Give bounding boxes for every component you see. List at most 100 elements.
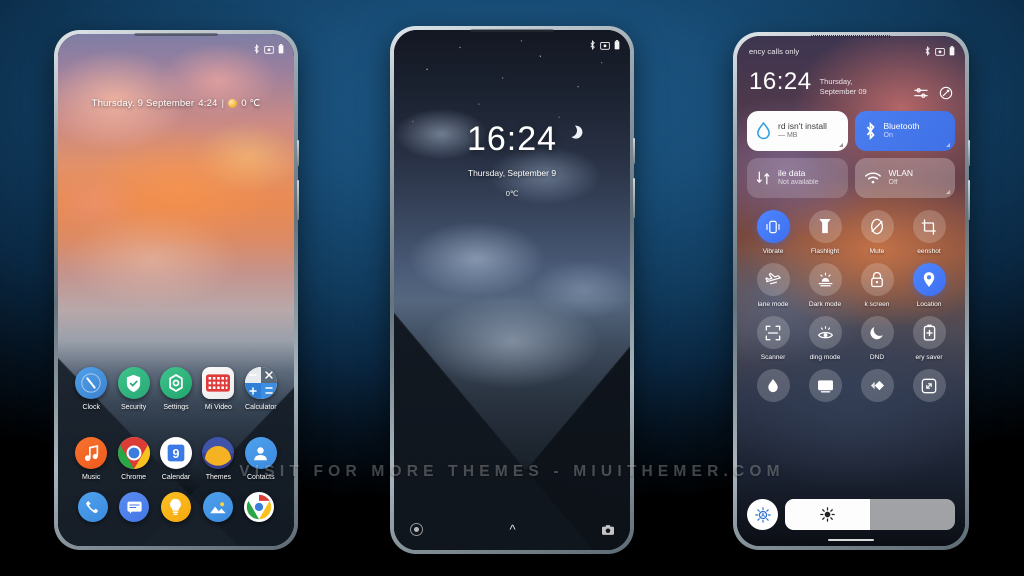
- calendar-day-number: 9: [173, 447, 180, 461]
- auto-brightness-icon[interactable]: A: [747, 499, 778, 530]
- volume-button[interactable]: [633, 138, 635, 164]
- music-note-icon: [75, 437, 108, 469]
- toggle-reading-mode[interactable]: ding mode: [799, 316, 851, 361]
- app-mi-video[interactable]: Mi Video: [197, 367, 239, 411]
- brightness-row: A: [747, 499, 955, 530]
- person-icon: [244, 437, 277, 469]
- app-calendar[interactable]: 9 Calendar: [155, 437, 197, 481]
- app-security[interactable]: Security: [112, 367, 154, 411]
- toggle-cast[interactable]: [799, 369, 851, 407]
- toggle-lock-screen[interactable]: k screen: [851, 263, 903, 308]
- tile-title: rd isn't install: [778, 121, 827, 132]
- app-label: Settings: [163, 404, 189, 411]
- brightness-slider-fill: [785, 499, 870, 530]
- app-grid-row-1: Clock Security Settings Mi Video Calcula…: [58, 367, 294, 411]
- dock-browser[interactable]: [238, 492, 280, 522]
- toggle-dnd[interactable]: DND: [851, 316, 903, 361]
- phone-home-screen: Thursday. 9 September 4:24 | 0 ℃ Clock S…: [54, 30, 299, 550]
- edit-toggles-icon[interactable]: [939, 86, 953, 100]
- app-label: Chrome: [121, 474, 147, 481]
- tile-subtitle: Not available: [778, 179, 819, 187]
- cc-date: Thursday, September 09: [819, 77, 867, 97]
- app-contacts[interactable]: Contacts: [240, 437, 282, 481]
- sun-brightness-icon: [820, 507, 835, 522]
- toggle-label: Vibrate: [762, 248, 784, 255]
- tile-mobile-data[interactable]: ile data Not available: [747, 158, 848, 198]
- toggle-airplane-mode[interactable]: lane mode: [747, 263, 799, 308]
- themes-icon: [202, 437, 235, 469]
- tile-expand-corner[interactable]: [946, 143, 950, 147]
- settings-sliders-icon[interactable]: [914, 86, 928, 100]
- widget-separator: |: [221, 98, 225, 109]
- toggle-flashlight[interactable]: Flashlight: [799, 210, 851, 255]
- big-tiles-grid: rd isn't install — MB Bluetooth On ile dat…: [747, 111, 955, 198]
- camera-icon[interactable]: [601, 524, 614, 535]
- app-clock[interactable]: Clock: [70, 367, 112, 411]
- color-invert-icon: [860, 369, 894, 402]
- dock-gallery[interactable]: [197, 492, 239, 522]
- toggle-label: Flashlight: [810, 248, 840, 255]
- app-settings[interactable]: Settings: [155, 367, 197, 411]
- unlock-chevron-icon[interactable]: ^: [509, 523, 515, 536]
- app-music[interactable]: Music: [70, 437, 112, 481]
- toggle-battery-saver[interactable]: ery saver: [903, 316, 955, 361]
- tile-expand-corner[interactable]: [946, 190, 950, 194]
- mute-icon: [860, 210, 894, 243]
- svg-text:A: A: [761, 513, 765, 519]
- tile-storage[interactable]: rd isn't install — MB: [747, 111, 848, 151]
- app-label: Calculator: [245, 404, 277, 411]
- volume-button[interactable]: [297, 140, 299, 166]
- home-indicator[interactable]: [828, 538, 874, 541]
- home-date-widget[interactable]: Thursday. 9 September 4:24 | 0 ℃: [58, 98, 294, 109]
- reading-mode-icon: [808, 316, 842, 349]
- tile-bluetooth[interactable]: Bluetooth On: [854, 111, 955, 151]
- control-center-header: 16:24 Thursday, September 09: [747, 58, 955, 100]
- toggle-dark-mode[interactable]: Dark mode: [799, 263, 851, 308]
- toggle-vibrate[interactable]: Vibrate: [747, 210, 799, 255]
- screen-rotation-icon: [912, 369, 946, 402]
- sun-icon: [228, 99, 238, 108]
- power-button[interactable]: [297, 180, 299, 220]
- status-bar-p3: ency calls only: [737, 36, 965, 60]
- lightbulb-icon: [160, 492, 191, 522]
- dock-messages[interactable]: [114, 492, 156, 522]
- video-icon: [202, 367, 235, 399]
- toggle-scanner[interactable]: Scanner: [747, 316, 799, 361]
- storage-droplet-icon: [757, 122, 770, 140]
- toggle-color-invert[interactable]: [851, 369, 903, 407]
- app-label: Music: [82, 474, 101, 481]
- app-calculator[interactable]: Calculator: [240, 367, 282, 411]
- app-label: Contacts: [246, 474, 275, 481]
- scanner-icon: [756, 316, 790, 349]
- torch-shortcut-icon[interactable]: [410, 523, 423, 536]
- tile-subtitle: — MB: [778, 132, 798, 140]
- power-button[interactable]: [968, 180, 970, 220]
- toggle-label: Mute: [869, 248, 885, 255]
- toggle-mute[interactable]: Mute: [851, 210, 903, 255]
- toggle-grid: Vibrate Flashlight Mute eenshot lane mod…: [747, 210, 955, 407]
- bluetooth-icon: [866, 122, 875, 140]
- app-label: Calendar: [161, 474, 191, 481]
- toggle-location[interactable]: Location: [903, 263, 955, 308]
- toggle-screen-rotation[interactable]: [903, 369, 955, 407]
- tile-expand-corner[interactable]: [838, 143, 843, 147]
- lock-clock-widget: 16:24 Thursday, September 9 0℃: [394, 122, 630, 198]
- app-grid-row-2: Music Chrome 9 Calendar Themes Contacts: [58, 437, 294, 481]
- dock-torch[interactable]: [155, 492, 197, 522]
- battery-icon: [949, 46, 955, 56]
- toggle-screenshot[interactable]: eenshot: [903, 210, 955, 255]
- carrier-label-p3: ency calls only: [749, 46, 800, 56]
- app-themes[interactable]: Themes: [197, 437, 239, 481]
- dock-phone[interactable]: [72, 492, 114, 522]
- brightness-slider[interactable]: [785, 499, 955, 530]
- home-time-text: 4:24: [198, 98, 218, 109]
- toggle-sync[interactable]: [747, 369, 799, 407]
- tile-wlan[interactable]: WLAN Off: [854, 158, 955, 198]
- cast-screen-icon: [808, 369, 842, 402]
- clock-icon: [75, 367, 108, 399]
- volume-button[interactable]: [968, 140, 970, 166]
- app-chrome[interactable]: Chrome: [112, 437, 154, 481]
- mountain-layer: [394, 269, 630, 550]
- lock-time-text: 16:24: [466, 120, 558, 158]
- power-button[interactable]: [633, 178, 635, 218]
